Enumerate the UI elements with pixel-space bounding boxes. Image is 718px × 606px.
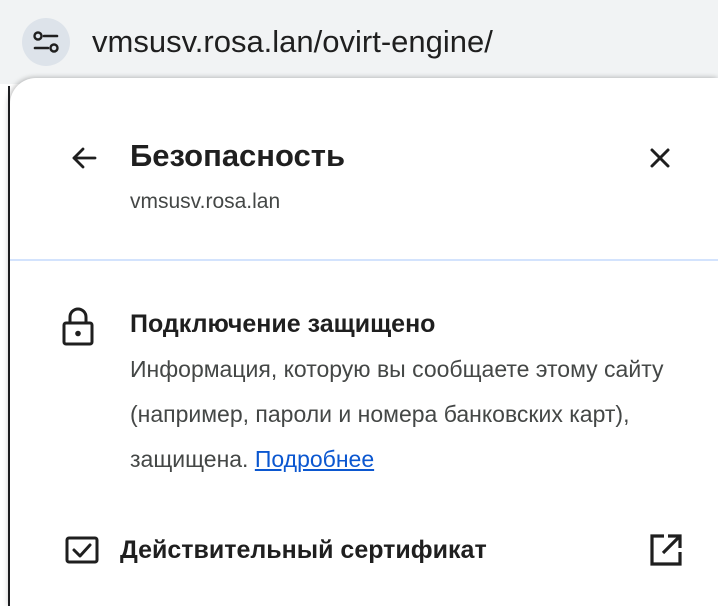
popup-subtitle: vmsusv.rosa.lan	[130, 190, 281, 213]
connection-description: Информация, которую вы сообщаете этому с…	[130, 347, 690, 482]
connection-description-text: Информация, которую вы сообщаете этому с…	[130, 356, 664, 472]
certificate-check-icon	[65, 536, 99, 564]
security-popup: Безопасность vmsusv.rosa.lan Подключение…	[10, 78, 718, 606]
close-button[interactable]	[640, 138, 680, 178]
divider	[10, 259, 718, 261]
certificate-label: Действительный сертификат	[120, 536, 487, 564]
back-button[interactable]	[64, 138, 104, 178]
open-in-new-icon[interactable]	[646, 530, 686, 570]
omnibox-bar: vmsusv.rosa.lan/ovirt-engine/	[0, 0, 718, 84]
certificate-row[interactable]: Действительный сертификат	[10, 518, 718, 582]
lock-icon	[62, 307, 94, 346]
tune-icon	[33, 31, 59, 53]
arrow-back-icon	[72, 147, 97, 169]
connection-title: Подключение защищено	[130, 310, 436, 338]
site-info-button[interactable]	[22, 18, 70, 66]
learn-more-link[interactable]: Подробнее	[255, 446, 374, 472]
popup-title: Безопасность	[130, 138, 346, 173]
page-background	[0, 84, 10, 606]
url-text[interactable]: vmsusv.rosa.lan/ovirt-engine/	[92, 22, 493, 62]
close-icon	[650, 148, 670, 168]
